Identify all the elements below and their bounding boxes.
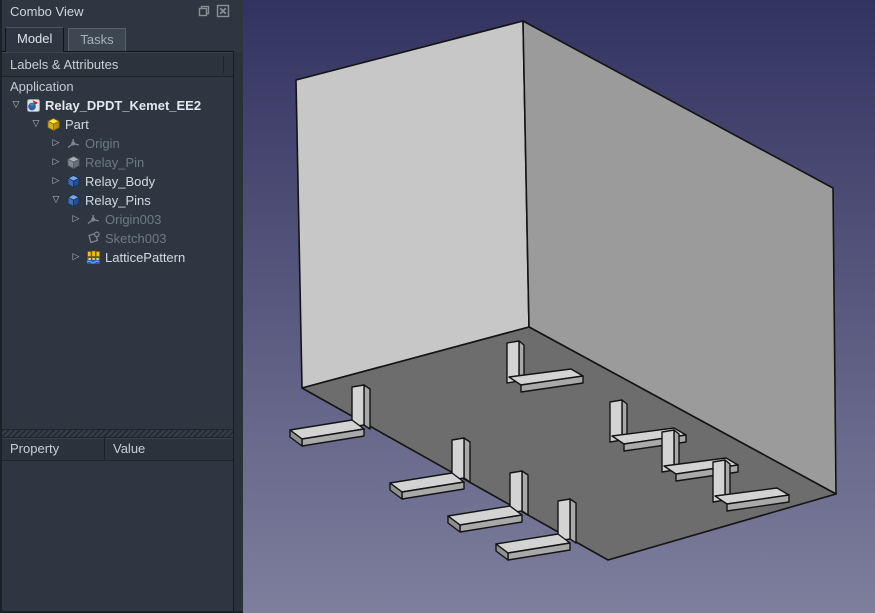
tab-tasks[interactable]: Tasks: [68, 28, 126, 51]
float-icon[interactable]: [196, 4, 211, 19]
collapse-arrow[interactable]: ▷: [48, 153, 64, 172]
tree-item-label: Origin003: [105, 212, 162, 227]
tree-item-latticepattern[interactable]: ▷ LatticePattern: [2, 248, 233, 267]
tree-item-relay-pin[interactable]: ▷ Relay_Pin: [2, 153, 233, 172]
tree-item-origin003[interactable]: ▷ Origin003: [2, 210, 233, 229]
tree-item-label: Origin: [85, 136, 120, 151]
lattice-icon: [84, 250, 102, 265]
freecad-window: Combo View Model Tasks Labels & Attribute…: [0, 0, 875, 613]
sketch-icon: [84, 231, 102, 246]
body-muted-icon: [64, 155, 82, 170]
close-icon[interactable]: [215, 4, 230, 19]
part-icon: [44, 117, 62, 132]
tree-item-relay-body[interactable]: ▷ Relay_Body: [2, 172, 233, 191]
tree-item-label: Relay_Body: [85, 174, 156, 189]
tree-item-label: Relay_DPDT_Kemet_EE2: [45, 98, 202, 113]
relay-model[interactable]: [243, 0, 875, 613]
tree-item-part[interactable]: ▽ Part: [2, 115, 233, 134]
tree-item-label: Part: [65, 117, 89, 132]
property-table-header: Property Value: [2, 438, 234, 461]
tree-item-relay-dpdt-kemet-ee2[interactable]: ▽ Relay_DPDT_Kemet_EE2: [2, 96, 233, 115]
tree-item-label: LatticePattern: [105, 250, 186, 265]
collapse-arrow[interactable]: ▷: [48, 134, 64, 153]
collapse-arrow[interactable]: ▷: [68, 210, 84, 229]
tab-model[interactable]: Model: [5, 27, 65, 52]
expand-arrow[interactable]: ▽: [8, 96, 24, 115]
expand-arrow[interactable]: ▽: [48, 191, 64, 210]
property-editor: [2, 461, 234, 611]
tree-column-header[interactable]: Labels & Attributes: [2, 52, 234, 77]
property-column-header[interactable]: Property: [2, 438, 105, 460]
panel-titlebar: Combo View: [2, 0, 234, 22]
tree-item-sketch003[interactable]: Sketch003: [2, 229, 233, 248]
splitter-handle[interactable]: [2, 429, 234, 438]
combo-view-panel: Combo View Model Tasks Labels & Attribute…: [0, 0, 243, 613]
body-icon: [64, 174, 82, 189]
relay-body-left-face[interactable]: [295, 20, 530, 389]
tree-header-label: Labels & Attributes: [10, 57, 119, 72]
tree-root-application[interactable]: Application: [2, 77, 233, 96]
collapse-arrow[interactable]: ▷: [68, 248, 84, 267]
expand-arrow[interactable]: ▽: [28, 115, 44, 134]
tree-item-label: Relay_Pins: [85, 193, 151, 208]
tree-item-label: Sketch003: [105, 231, 167, 246]
value-column-header[interactable]: Value: [105, 438, 234, 460]
origin-icon: [64, 136, 82, 151]
tree-item-origin[interactable]: ▷ Origin: [2, 134, 233, 153]
tab-bar: Model Tasks: [2, 22, 234, 52]
document-icon: [24, 98, 42, 113]
body-icon: [64, 193, 82, 208]
model-tree: Application ▽ Relay_DPDT_Kemet_EE2 ▽ Part ▷ O…: [2, 77, 234, 429]
3d-viewport[interactable]: [243, 0, 875, 613]
tree-item-relay-pins[interactable]: ▽ Relay_Pins: [2, 191, 233, 210]
origin-icon: [84, 212, 102, 227]
tree-scrollbar[interactable]: [233, 52, 243, 611]
tree-item-label: Relay_Pin: [85, 155, 145, 170]
collapse-arrow[interactable]: ▷: [48, 172, 64, 191]
panel-title: Combo View: [10, 3, 84, 19]
